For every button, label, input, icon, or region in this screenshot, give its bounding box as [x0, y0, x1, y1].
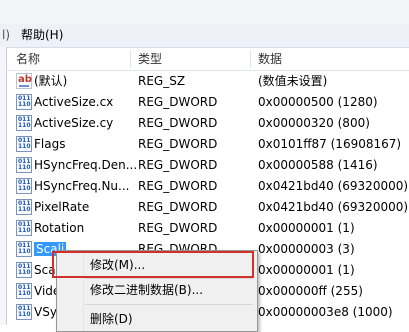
- value-data: 0x00000001 (1): [258, 263, 355, 277]
- value-data: 0x00000588 (1416): [258, 158, 378, 172]
- value-name-text: ActiveSize.cx: [34, 95, 114, 109]
- binary-value-icon: 011 110: [16, 220, 32, 236]
- value-type: REG_DWORD: [138, 137, 218, 151]
- menu-bar: l) 帮助(H): [0, 24, 409, 48]
- value-data: 0x0421bd40 (69320000): [258, 179, 409, 193]
- binary-value-icon: 011 110: [16, 283, 32, 299]
- value-data: 0x0101ff87 (16908167): [258, 137, 402, 151]
- registry-value-row[interactable]: 011 110 Flags REG_DWORD 0x0101ff87 (16908167…: [7, 134, 409, 154]
- context-menu-delete[interactable]: 删除(D): [57, 308, 257, 330]
- value-name: ActiveSize.cx: [34, 92, 113, 112]
- value-data: 0x00000001 (1): [258, 221, 355, 235]
- context-menu-modify-binary[interactable]: 修改二进制数据(B)...: [57, 279, 257, 301]
- value-name: Flags: [34, 134, 65, 154]
- value-data: (数值未设置): [258, 74, 328, 88]
- registry-value-row[interactable]: 011 110 HSyncFreq.Nu... REG_DWORD 0x0421bd40…: [7, 176, 409, 196]
- value-type: REG_SZ: [138, 74, 186, 88]
- annotation-highlight-box: [52, 251, 254, 278]
- value-type: REG_DWORD: [138, 221, 218, 235]
- value-data: 0x00000500 (1280): [258, 95, 378, 109]
- registry-value-row[interactable]: ab (默认) REG_SZ (数值未设置): [7, 71, 409, 91]
- title-area: [0, 0, 409, 25]
- context-menu-modify-binary-label: 修改二进制数据(B)...: [90, 283, 204, 297]
- value-name: ActiveSize.cy: [34, 113, 113, 133]
- string-value-icon: ab: [16, 73, 32, 89]
- registry-value-row[interactable]: 011 110 ActiveSize.cy REG_DWORD 0x00000320 (…: [7, 113, 409, 133]
- binary-value-icon: 011 110: [16, 262, 32, 278]
- value-name: HSyncFreq.Den...: [34, 155, 137, 175]
- registry-editor-window: l) 帮助(H) 名称 类型 数据 ab (默认) REG_SZ (数值未设置) 011…: [0, 0, 409, 332]
- column-divider[interactable]: [130, 50, 131, 68]
- value-data: 0x00000320 (800): [258, 116, 370, 130]
- binary-value-icon: 011 110: [16, 241, 32, 257]
- value-type: REG_DWORD: [138, 158, 218, 172]
- value-data: 0x0421bd40 (69320000): [258, 200, 409, 214]
- registry-value-row[interactable]: 011 110 PixelRate REG_DWORD 0x0421bd40 (6932…: [7, 197, 409, 217]
- menu-separator: [85, 304, 253, 305]
- value-name-text: HSyncFreq.Nu...: [34, 179, 130, 193]
- column-header-name[interactable]: 名称: [16, 48, 40, 70]
- value-type: REG_DWORD: [138, 95, 218, 109]
- value-data: 0x00000003 (3): [258, 242, 355, 256]
- value-data: 0x00000003e8 (1000): [258, 305, 393, 319]
- menu-item-view-fragment[interactable]: l): [0, 27, 12, 44]
- value-type: REG_DWORD: [138, 116, 218, 130]
- value-name-text: HSyncFreq.Den...: [34, 158, 138, 172]
- column-header-data[interactable]: 数据: [258, 48, 282, 70]
- registry-value-row[interactable]: 011 110 HSyncFreq.Den... REG_DWORD 0x0000058…: [7, 155, 409, 175]
- binary-value-icon: 011 110: [16, 136, 32, 152]
- value-name: VSy: [34, 302, 57, 322]
- registry-value-row[interactable]: 011 110 Rotation REG_DWORD 0x00000001 (1): [7, 218, 409, 238]
- value-type: REG_DWORD: [138, 200, 218, 214]
- binary-value-icon: 011 110: [16, 304, 32, 320]
- binary-value-icon: 011 110: [16, 178, 32, 194]
- value-name-text: Flags: [34, 137, 66, 151]
- binary-value-icon: 011 110: [16, 115, 32, 131]
- binary-value-icon: 011 110: [16, 157, 32, 173]
- tree-pane-edge: [0, 47, 7, 325]
- value-name-text: PixelRate: [34, 200, 90, 214]
- context-menu-delete-label: 删除(D): [90, 312, 133, 326]
- value-data: 0x000000ff (255): [258, 284, 363, 298]
- registry-value-row[interactable]: 011 110 ActiveSize.cx REG_DWORD 0x00000500 (…: [7, 92, 409, 112]
- value-name: Rotation: [34, 218, 84, 238]
- list-header: 名称 类型 数据: [7, 48, 409, 71]
- value-name-text: (默认): [34, 74, 68, 88]
- value-name-text: VSy: [34, 305, 57, 319]
- binary-value-icon: 011 110: [16, 199, 32, 215]
- column-divider[interactable]: [250, 50, 251, 68]
- value-name-text: Rotation: [34, 221, 85, 235]
- column-header-type[interactable]: 类型: [138, 48, 162, 70]
- value-name-text: ActiveSize.cy: [34, 116, 114, 130]
- value-type: REG_DWORD: [138, 179, 218, 193]
- binary-value-icon: 011 110: [16, 94, 32, 110]
- value-name: HSyncFreq.Nu...: [34, 176, 129, 196]
- menu-item-help[interactable]: 帮助(H): [19, 27, 65, 44]
- value-name: (默认): [34, 71, 67, 91]
- value-name: PixelRate: [34, 197, 89, 217]
